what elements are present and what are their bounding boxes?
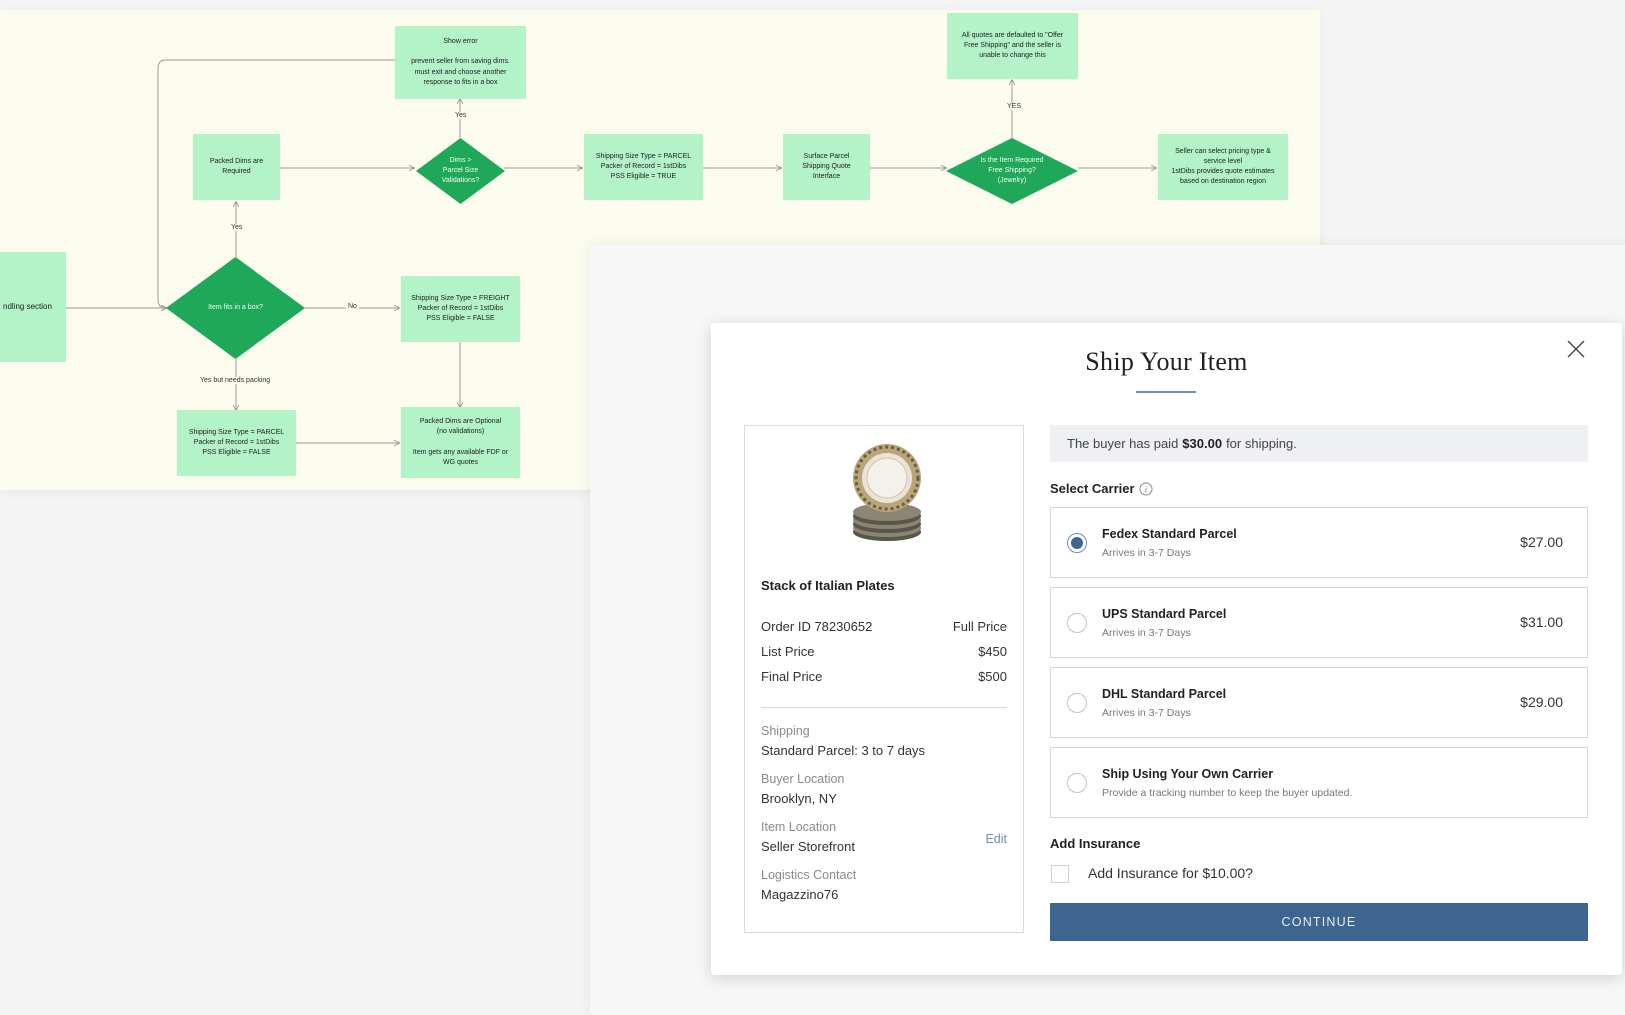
buyer-paid-banner: The buyer has paid $30.00 for shipping.	[1050, 425, 1588, 462]
flow-edge-label: Yes	[229, 224, 245, 231]
flow-edge-label: YES	[1005, 103, 1024, 110]
item-image	[850, 442, 924, 544]
carrier-name: Fedex Standard Parcel	[1102, 527, 1237, 541]
order-id: Order ID 78230652	[761, 619, 873, 634]
order-status: Full Price	[952, 619, 1007, 634]
carrier-option-fedex[interactable]: Fedex Standard Parcel Arrives in 3-7 Day…	[1050, 507, 1588, 578]
order-summary-card: Stack of Italian Plates Order ID 7823065…	[744, 425, 1024, 933]
carrier-option-own-carrier[interactable]: Ship Using Your Own Carrier Provide a tr…	[1050, 747, 1588, 818]
item-location-value: Seller Storefront	[761, 839, 855, 854]
item-location-label: Item Location	[761, 820, 837, 834]
ship-your-item-modal: Ship Your Item Stack of Italian Plates O…	[711, 323, 1622, 975]
modal-title: Ship Your Item	[1085, 347, 1248, 376]
add-insurance-label: Add Insurance	[1050, 836, 1141, 851]
flow-node-show-error: Show error prevent seller from saving di…	[395, 26, 526, 99]
final-price-label: Final Price	[761, 669, 823, 684]
carrier-description: Provide a tracking number to keep the bu…	[1102, 787, 1353, 799]
radio-button[interactable]	[1067, 773, 1087, 793]
logistics-contact-value: Magazzino76	[761, 887, 839, 902]
flow-node-handling-section: ndling section	[0, 252, 66, 362]
final-price-value: $500	[978, 669, 1007, 684]
carrier-eta: Arrives in 3-7 Days	[1102, 627, 1191, 639]
list-price-label: List Price	[761, 644, 815, 659]
item-name: Stack of Italian Plates	[761, 578, 895, 593]
continue-button[interactable]: CONTINUE	[1050, 903, 1588, 941]
carrier-option-dhl[interactable]: DHL Standard Parcel Arrives in 3-7 Days …	[1050, 667, 1588, 738]
svg-text:i: i	[1145, 485, 1148, 495]
order-id-row: Order ID 78230652 Full Price	[761, 619, 1007, 634]
flow-node-packed-dims-required: Packed Dims are Required	[193, 134, 280, 200]
flow-node-seller-select: Seller can select pricing type & service…	[1158, 134, 1288, 200]
list-price-value: $450	[978, 644, 1007, 659]
shipping-label: Shipping	[761, 724, 810, 738]
flow-edge-label: No	[346, 303, 359, 310]
flow-node-surface-quote: Surface Parcel Shipping Quote Interface	[783, 134, 870, 200]
flow-node-parcel-false: Shipping Size Type = PARCEL Packer of Re…	[177, 410, 296, 476]
summary-divider	[761, 707, 1007, 708]
flow-decision-label: Is the Item Required Free Shipping? (Jew…	[980, 157, 1044, 184]
title-underline	[1136, 391, 1196, 393]
carrier-name: DHL Standard Parcel	[1102, 687, 1227, 701]
flow-edge-label: Yes	[453, 112, 469, 119]
flow-node-quotes-defaulted: All quotes are defaulted to "Offer Free …	[947, 13, 1078, 79]
buyer-location-value: Brooklyn, NY	[761, 791, 837, 806]
radio-button[interactable]	[1067, 613, 1087, 633]
shipping-value: Standard Parcel: 3 to 7 days	[761, 743, 926, 758]
final-price-row: Final Price $500	[761, 669, 1007, 684]
flow-edge-label: Yes but needs packing	[198, 377, 273, 384]
carrier-price: $31.00	[1520, 614, 1563, 630]
carrier-price: $27.00	[1520, 534, 1563, 550]
flow-node-freight: Shipping Size Type = FREIGHT Packer of R…	[401, 276, 520, 342]
carrier-name: Ship Using Your Own Carrier	[1102, 767, 1274, 781]
insurance-checkbox-label[interactable]: Add Insurance for $10.00?	[1088, 865, 1253, 881]
buyer-location-label: Buyer Location	[761, 772, 845, 786]
carrier-option-ups[interactable]: UPS Standard Parcel Arrives in 3-7 Days …	[1050, 587, 1588, 658]
list-price-row: List Price $450	[761, 644, 1007, 659]
banner-prefix: The buyer has paid	[1067, 436, 1179, 451]
flow-decision-label: Item fits in a box?	[208, 304, 263, 312]
flow-decision-fits-in-box: Item fits in a box?	[166, 257, 305, 359]
flow-node-parcel-true: Shipping Size Type = PARCEL Packer of Re…	[584, 134, 703, 200]
info-icon[interactable]: i	[1139, 482, 1153, 496]
banner-suffix: for shipping.	[1226, 436, 1297, 451]
close-icon[interactable]	[1564, 337, 1588, 361]
select-carrier-label: Select Carrier	[1050, 481, 1135, 496]
carrier-name: UPS Standard Parcel	[1102, 607, 1227, 621]
logistics-contact-label: Logistics Contact	[761, 868, 857, 882]
flow-node-dims-optional: Packed Dims are Optional (no validations…	[401, 407, 520, 478]
banner-amount: $30.00	[1182, 436, 1223, 451]
flow-decision-free-shipping: Is the Item Required Free Shipping? (Jew…	[946, 138, 1078, 204]
radio-button[interactable]	[1067, 693, 1087, 713]
edit-item-location-link[interactable]: Edit	[985, 832, 1007, 846]
carrier-eta: Arrives in 3-7 Days	[1102, 707, 1191, 719]
flow-decision-label: Dims > Parcel Size Validations?	[441, 157, 480, 184]
flow-decision-dims-validation: Dims > Parcel Size Validations?	[416, 138, 505, 204]
carrier-price: $29.00	[1520, 694, 1563, 710]
carrier-eta: Arrives in 3-7 Days	[1102, 547, 1191, 559]
insurance-checkbox[interactable]	[1051, 865, 1069, 883]
radio-button-selected[interactable]	[1067, 533, 1087, 553]
